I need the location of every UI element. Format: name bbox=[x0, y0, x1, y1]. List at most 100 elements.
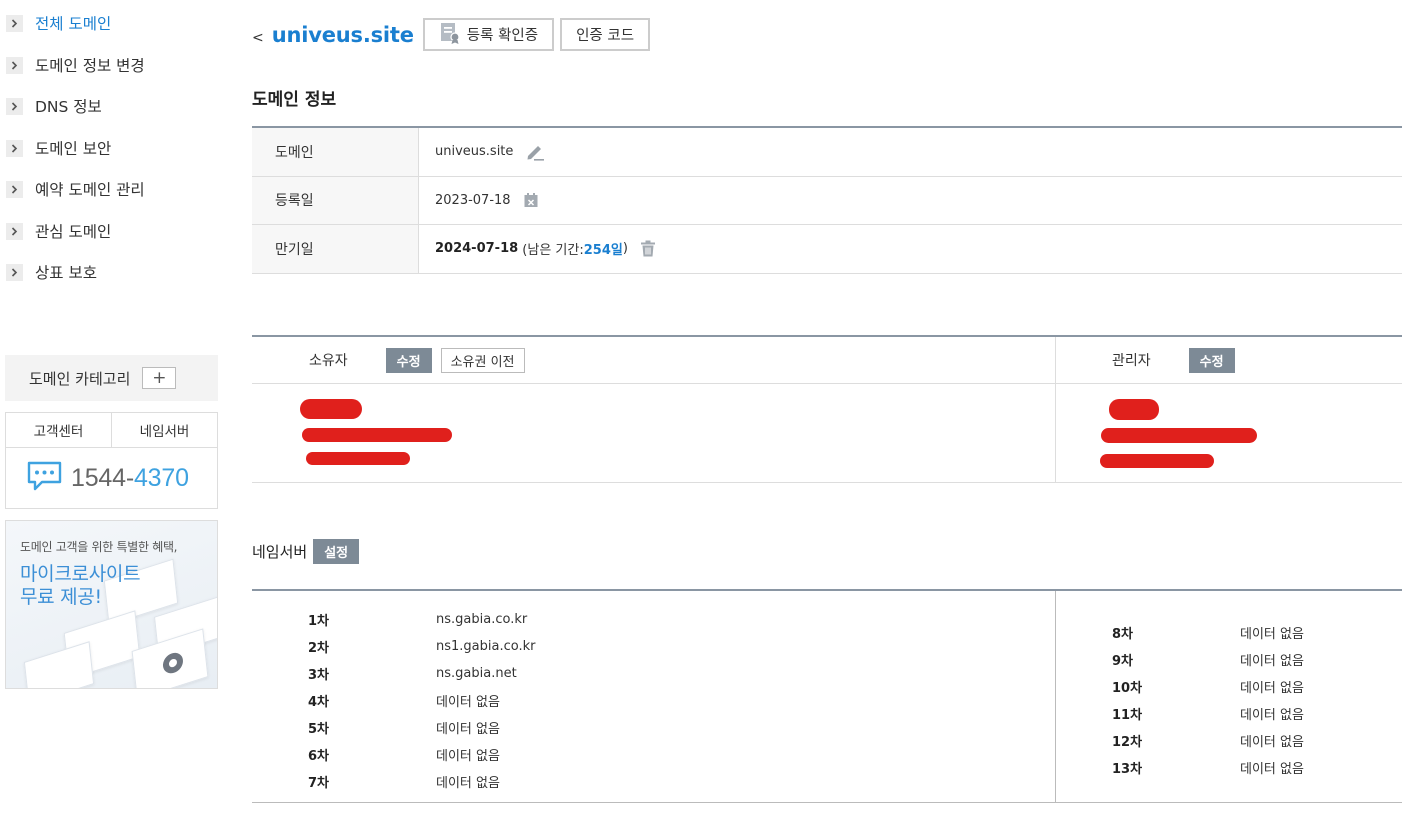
chevron-right-icon bbox=[6, 98, 23, 115]
domain-category-label: 도메인 카테고리 bbox=[29, 369, 131, 388]
admin-edit-button[interactable]: 수정 bbox=[1188, 347, 1235, 373]
row-key-expiry: 만기일 bbox=[252, 225, 419, 273]
chevron-right-icon bbox=[6, 264, 23, 281]
ns-order: 3차 bbox=[308, 668, 330, 683]
list-item: 10차 데이터 없음 bbox=[1056, 673, 1402, 700]
ns-value: 데이터 없음 bbox=[1240, 681, 1304, 696]
sidebar-item-dns-info[interactable]: DNS 정보 bbox=[0, 95, 145, 137]
registration-certificate-button[interactable]: 등록 확인증 bbox=[422, 18, 555, 51]
domain-info-title: 도메인 정보 bbox=[252, 90, 337, 110]
nameserver-title: 네임서버 bbox=[252, 543, 308, 561]
promo-line-2: 무료 제공! bbox=[20, 586, 102, 608]
list-item: 4차 데이터 없음 bbox=[252, 687, 1055, 714]
ns-value: 데이터 없음 bbox=[1240, 762, 1304, 777]
ns-order: 8차 bbox=[1112, 627, 1134, 642]
domain-value: univeus.site bbox=[435, 144, 514, 160]
ns-order: 2차 bbox=[308, 641, 330, 656]
trash-icon[interactable] bbox=[640, 240, 656, 257]
table-row: 도메인 univeus.site bbox=[252, 128, 1402, 177]
cs-phone-number: 1544-4370 bbox=[71, 464, 189, 493]
ns-value: 데이터 없음 bbox=[436, 776, 500, 791]
phone-suffix: 4370 bbox=[133, 463, 189, 492]
row-key-registered: 등록일 bbox=[252, 176, 419, 224]
row-value-expiry: 2024-07-18 (남은 기간: 254일 ) bbox=[419, 225, 1402, 273]
chevron-right-icon bbox=[6, 15, 23, 32]
back-link[interactable]: < bbox=[252, 30, 264, 46]
chevron-right-icon bbox=[6, 139, 23, 157]
admin-header: 관리자 수정 bbox=[1056, 337, 1402, 384]
registered-date: 2023-07-18 bbox=[435, 192, 511, 208]
row-value-registered: 2023-07-18 bbox=[419, 177, 1402, 225]
nameserver-setting-button[interactable]: 설정 bbox=[313, 539, 360, 564]
sidebar-item-domain-info-change[interactable]: 도메인 정보 변경 bbox=[0, 54, 145, 96]
ns-value: 데이터 없음 bbox=[1240, 708, 1304, 723]
ns-order: 7차 bbox=[308, 776, 330, 791]
calendar-icon bbox=[523, 192, 539, 208]
promo-headline: 마이크로사이트 무료 제공! bbox=[20, 563, 141, 609]
redaction-mark bbox=[302, 428, 452, 442]
sidebar-nav: 전체 도메인 도메인 정보 변경 DNS 정보 도메인 보안 예약 도메인 관리… bbox=[0, 12, 145, 303]
sidebar-item-domain-security[interactable]: 도메인 보안 bbox=[0, 137, 145, 179]
list-item: 8차 데이터 없음 bbox=[1056, 619, 1402, 646]
ns-order: 4차 bbox=[308, 695, 330, 710]
sidebar-item-reserved-domains[interactable]: 예약 도메인 관리 bbox=[0, 178, 145, 220]
ns-value: ns.gabia.co.kr bbox=[436, 612, 528, 627]
sidebar-item-label: 도메인 정보 변경 bbox=[35, 56, 145, 75]
promo-thumbnail bbox=[23, 641, 95, 688]
auth-code-button[interactable]: 인증 코드 bbox=[560, 18, 651, 51]
list-item: 1차 ns.gabia.co.kr bbox=[252, 606, 1055, 633]
list-item: 5차 데이터 없음 bbox=[252, 714, 1055, 741]
pencil-icon[interactable] bbox=[525, 143, 545, 161]
ns-order: 11차 bbox=[1112, 708, 1143, 723]
sidebar-item-label: 예약 도메인 관리 bbox=[35, 181, 145, 199]
domain-category-box: 도메인 카테고리 + bbox=[5, 355, 218, 401]
ns-value: ns1.gabia.co.kr bbox=[436, 639, 536, 654]
sidebar-item-all-domains[interactable]: 전체 도메인 bbox=[0, 12, 145, 54]
ns-value: 데이터 없음 bbox=[1240, 654, 1304, 669]
sidebar-item-label: 상표 보호 bbox=[35, 264, 97, 282]
remain-days: 254일 bbox=[583, 243, 623, 259]
ownership-transfer-button[interactable]: 소유권 이전 bbox=[440, 347, 525, 373]
sidebar-item-trademark-protection[interactable]: 상표 보호 bbox=[0, 261, 145, 303]
list-item: 2차 ns1.gabia.co.kr bbox=[252, 633, 1055, 660]
sidebar-item-label: 도메인 보안 bbox=[35, 139, 112, 158]
contacts-table: 소유자 수정 소유권 이전 관리자 수정 bbox=[252, 335, 1402, 483]
admin-label: 관리자 bbox=[1112, 353, 1151, 369]
ns-value: ns.gabia.net bbox=[436, 666, 517, 681]
ns-order: 1차 bbox=[308, 614, 330, 629]
chat-bubble-icon bbox=[26, 460, 63, 496]
add-category-button[interactable]: + bbox=[142, 367, 177, 389]
table-row: 만기일 2024-07-18 (남은 기간: 254일 ) bbox=[252, 225, 1402, 274]
redaction-mark bbox=[1109, 399, 1159, 420]
sidebar-item-watch-domains[interactable]: 관심 도메인 bbox=[0, 220, 145, 262]
nameserver-section-title: 네임서버 설정 bbox=[252, 539, 360, 564]
nameserver-table: 1차 ns.gabia.co.kr 2차 ns1.gabia.co.kr 3차 ns.… bbox=[252, 589, 1402, 803]
list-item: 6차 데이터 없음 bbox=[252, 741, 1055, 768]
tab-customer-center[interactable]: 고객센터 bbox=[6, 413, 112, 447]
expiry-date: 2024-07-18 bbox=[435, 241, 519, 257]
page-header: < univeus.site 등록 확인증 인증 코드 bbox=[252, 18, 656, 51]
ns-value: 데이터 없음 bbox=[1240, 627, 1304, 642]
row-value-domain: univeus.site bbox=[419, 128, 1402, 176]
phone-prefix: 1544- bbox=[71, 463, 134, 492]
customer-service-box: 고객센터 네임서버 1544-4370 bbox=[5, 412, 218, 509]
redaction-mark bbox=[306, 452, 410, 465]
owner-header: 소유자 수정 소유권 이전 bbox=[252, 337, 1055, 384]
ns-order: 13차 bbox=[1112, 762, 1143, 777]
ns-order: 12차 bbox=[1112, 735, 1143, 750]
tab-nameserver[interactable]: 네임서버 bbox=[112, 413, 217, 447]
promo-subtitle: 도메인 고객을 위한 특별한 혜택, bbox=[20, 540, 178, 554]
microsite-promo-banner[interactable]: 도메인 고객을 위한 특별한 혜택, 마이크로사이트 무료 제공! bbox=[5, 520, 218, 689]
redaction-mark bbox=[1101, 428, 1257, 443]
nameserver-column-left: 1차 ns.gabia.co.kr 2차 ns1.gabia.co.kr 3차 ns.… bbox=[252, 591, 1056, 802]
auth-code-label: 인증 코드 bbox=[576, 28, 635, 44]
remain-suffix: ) bbox=[622, 241, 628, 257]
list-item: 7차 데이터 없음 bbox=[252, 768, 1055, 795]
list-item: 12차 데이터 없음 bbox=[1056, 727, 1402, 754]
owner-edit-button[interactable]: 수정 bbox=[385, 347, 432, 373]
list-item: 9차 데이터 없음 bbox=[1056, 646, 1402, 673]
sidebar-item-label: DNS 정보 bbox=[35, 98, 102, 116]
ns-value: 데이터 없음 bbox=[1240, 735, 1304, 750]
owner-column: 소유자 수정 소유권 이전 bbox=[252, 337, 1056, 482]
chevron-right-icon bbox=[6, 56, 23, 74]
